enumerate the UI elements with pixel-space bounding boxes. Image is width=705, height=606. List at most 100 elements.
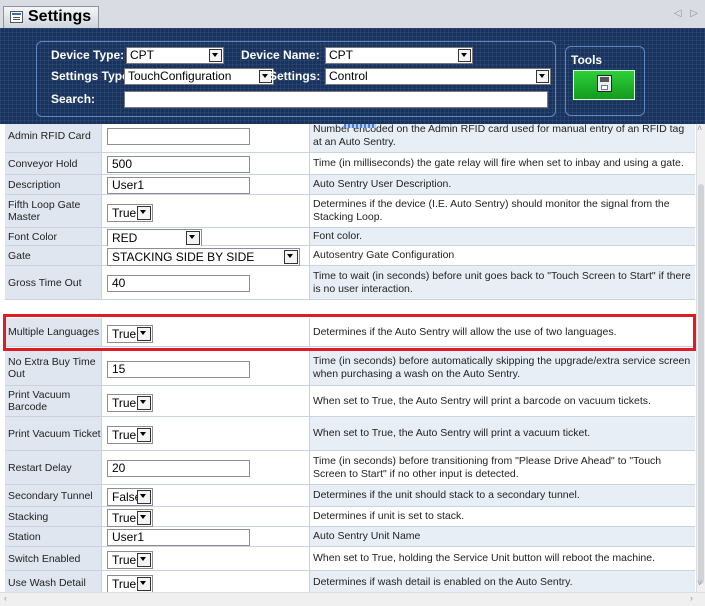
vertical-scroll-thumb[interactable]: [698, 184, 704, 584]
setting-name: Description: [5, 175, 102, 195]
setting-value-cell: User1: [102, 175, 310, 195]
chevron-down-icon: [137, 428, 151, 442]
setting-value-select[interactable]: True: [107, 509, 153, 527]
settings-label: Settings:: [269, 69, 321, 83]
search-label: Search:: [51, 92, 96, 106]
table-row: Font Color RED Font color.: [5, 228, 695, 247]
table-row: Print Vacuum Barcode True When set to True…: [5, 386, 695, 417]
setting-description: Time (in milliseconds) the gate relay wi…: [310, 153, 695, 175]
setting-description: Time (in seconds) before transitioning f…: [310, 451, 695, 485]
scroll-up-icon[interactable]: ˄: [697, 123, 702, 133]
setting-value-input[interactable]: User1: [107, 177, 250, 194]
setting-description: Autosentry Gate Configuration: [310, 246, 695, 266]
settings-tab[interactable]: Settings: [3, 6, 99, 28]
setting-value-cell: True: [102, 547, 310, 571]
table-row: Gate STACKING SIDE BY SIDE Autosentry Gate…: [5, 246, 695, 266]
chevron-down-icon: [209, 49, 222, 62]
setting-value-cell: True: [102, 417, 310, 451]
vertical-scrollbar[interactable]: ˄ ˅: [696, 123, 705, 592]
setting-value-text: STACKING SIDE BY SIDE: [112, 250, 255, 264]
setting-value-select[interactable]: True: [107, 204, 153, 222]
setting-value-select[interactable]: True: [107, 394, 153, 412]
horizontal-scrollbar[interactable]: ‹ ›: [0, 592, 705, 606]
setting-value-input[interactable]: [107, 128, 250, 145]
setting-value-cell: RED: [102, 228, 310, 247]
setting-name: Use Wash Detail: [5, 571, 102, 592]
setting-value-cell: STACKING SIDE BY SIDE: [102, 246, 310, 266]
setting-description: Determines if the unit should stack to a…: [310, 485, 695, 507]
setting-name: Restart Delay: [5, 451, 102, 485]
setting-value-select[interactable]: RED: [107, 229, 202, 247]
setting-value-input[interactable]: 15: [107, 361, 250, 378]
setting-value-select[interactable]: True: [107, 426, 153, 444]
setting-name: Admin RFID Card: [5, 124, 102, 153]
tools-label: Tools: [571, 53, 603, 67]
setting-value-select[interactable]: False: [107, 488, 153, 506]
settings-select[interactable]: Control: [325, 68, 551, 85]
table-row: Multiple Languages True Determines if the …: [5, 318, 695, 347]
settings-window-icon: [10, 11, 23, 23]
setting-value-cell: 15: [102, 351, 310, 386]
setting-name: Font Color: [5, 228, 102, 246]
setting-value-text: True: [112, 206, 137, 220]
chevron-down-icon: [186, 231, 200, 245]
setting-value-cell: True: [102, 386, 310, 417]
setting-description: Determines if the device (I.E. Auto Sent…: [310, 195, 695, 228]
chevron-down-icon: [137, 327, 151, 341]
chevron-down-icon: [137, 396, 151, 410]
setting-description: Font color.: [310, 228, 695, 246]
device-type-value: CPT: [130, 48, 154, 62]
setting-value-select[interactable]: True: [107, 551, 153, 569]
setting-value-cell: True: [102, 507, 310, 527]
setting-value-text: True: [112, 396, 137, 410]
setting-name: No Extra Buy Time Out: [5, 351, 102, 386]
table-row: Admin RFID Card Number encoded on the Adm…: [5, 124, 695, 153]
setting-value-select[interactable]: True: [107, 575, 153, 592]
settings-grid: Admin RFID Card Number encoded on the Adm…: [0, 124, 705, 592]
scroll-right-icon[interactable]: ›: [690, 593, 693, 603]
column-resize-grip[interactable]: [344, 124, 376, 128]
setting-value-select[interactable]: True: [107, 325, 153, 343]
window-title: Settings: [28, 8, 92, 25]
table-row: Switch Enabled True When set to True, hold…: [5, 547, 695, 571]
setting-value-input[interactable]: 40: [107, 275, 250, 292]
chevron-down-icon: [137, 553, 151, 567]
table-row: Gross Time Out 40 Time to wait (in seconds…: [5, 266, 695, 300]
scroll-left-icon[interactable]: ‹: [4, 593, 7, 603]
setting-name: Station: [5, 527, 102, 547]
device-name-select[interactable]: CPT: [325, 47, 473, 64]
title-bar: Settings ◁ ▷: [0, 0, 705, 28]
setting-value-input[interactable]: 20: [107, 460, 250, 477]
setting-value-text: True: [112, 511, 137, 525]
scroll-down-icon[interactable]: ˅: [697, 578, 702, 588]
setting-value-input[interactable]: User1: [107, 529, 250, 546]
setting-value-select[interactable]: STACKING SIDE BY SIDE: [107, 248, 300, 266]
device-type-label: Device Type:: [51, 48, 125, 62]
device-name-label: Device Name:: [241, 48, 320, 62]
setting-value-text: RED: [112, 231, 138, 245]
setting-value-text: True: [112, 428, 137, 442]
setting-description: When set to True, holding the Service Un…: [310, 547, 695, 571]
table-row: Use Wash Detail True Determines if wash de…: [5, 571, 695, 592]
setting-description: Determines if unit is set to stack.: [310, 507, 695, 527]
floppy-disk-icon: [597, 75, 612, 92]
chevron-down-icon: [536, 70, 549, 83]
table-row: Restart Delay 20 Time (in seconds) before …: [5, 451, 695, 485]
tab-nav-arrows-icon[interactable]: ◁ ▷: [674, 8, 701, 19]
settings-value: Control: [329, 69, 368, 83]
setting-description: Auto Sentry Unit Name: [310, 527, 695, 547]
setting-value-cell: [102, 124, 310, 153]
save-button[interactable]: [573, 70, 635, 100]
settings-type-select[interactable]: TouchConfiguration: [124, 68, 274, 85]
search-input[interactable]: [124, 91, 548, 108]
setting-name: Print Vacuum Ticket: [5, 417, 102, 451]
setting-name: Fifth Loop Gate Master: [5, 195, 102, 228]
setting-value-cell: 20: [102, 451, 310, 485]
table-row: Conveyor Hold 500 Time (in milliseconds) t…: [5, 153, 695, 175]
table-row: Fifth Loop Gate Master True Determines if …: [5, 195, 695, 228]
device-type-select[interactable]: CPT: [126, 47, 224, 64]
setting-value-input[interactable]: 500: [107, 156, 250, 173]
setting-value-cell: False: [102, 485, 310, 507]
setting-description: Time (in seconds) before automatically s…: [310, 351, 695, 386]
device-name-value: CPT: [329, 48, 353, 62]
